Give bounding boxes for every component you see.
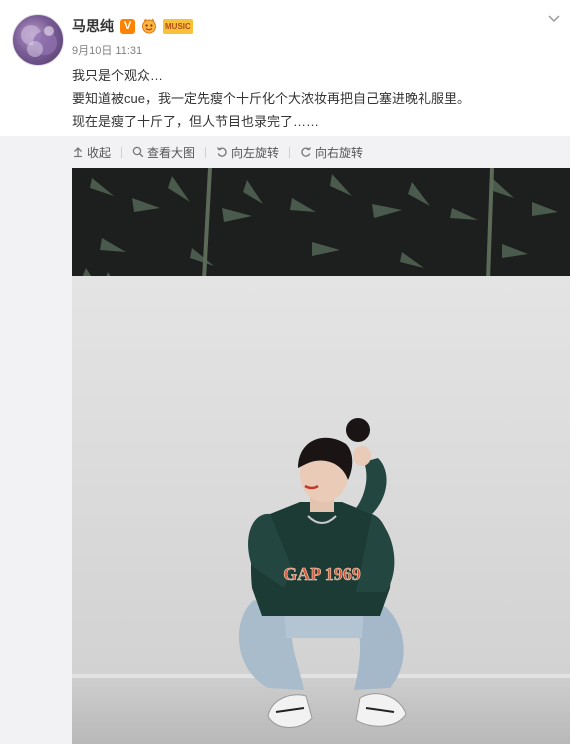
- post-header: 马思纯 V MUSIC 9月10日 11:31 我只是个观众… 要知道被cue，…: [0, 0, 570, 136]
- image-toolbar: 收起 查看大图 向左旋转 向右旋转: [72, 136, 373, 168]
- author-name[interactable]: 马思纯: [72, 16, 114, 36]
- post-photo[interactable]: GAP 1969: [72, 168, 570, 744]
- media-panel: 收起 查看大图 向左旋转 向右旋转 GAP 1969: [0, 136, 570, 744]
- arrow-up-icon: [72, 146, 84, 158]
- concrete-bench: [72, 674, 570, 744]
- view-large-label: 查看大图: [147, 145, 196, 160]
- verified-badge-icon[interactable]: V: [120, 18, 135, 34]
- rotate-left-icon: [216, 146, 228, 158]
- shirt-print: GAP 1969: [283, 564, 361, 584]
- magnifier-icon: [132, 146, 144, 158]
- post-line: 要知道被cue，我一定先瘦个十斤化个大浓妆再把自己塞进晚礼服里。: [72, 91, 470, 106]
- rotate-right-icon: [300, 146, 312, 158]
- avatar[interactable]: [12, 14, 64, 66]
- view-large-button[interactable]: 查看大图: [132, 144, 205, 161]
- rotate-left-label: 向左旋转: [231, 145, 280, 160]
- toolbar-divider: [289, 146, 291, 158]
- author-row: 马思纯 V MUSIC: [72, 16, 193, 36]
- toolbar-divider: [121, 146, 123, 158]
- collapse-button[interactable]: 收起: [72, 144, 121, 161]
- rotate-right-button[interactable]: 向右旋转: [300, 144, 373, 161]
- toolbar-divider: [205, 146, 207, 158]
- rotate-left-button[interactable]: 向左旋转: [216, 144, 289, 161]
- chevron-down-icon[interactable]: [546, 10, 562, 26]
- emoji-badge-icon[interactable]: [141, 18, 157, 34]
- post-timestamp[interactable]: 9月10日 11:31: [72, 42, 142, 58]
- collapse-label: 收起: [87, 145, 112, 160]
- post-line: 我只是个观众…: [72, 68, 164, 83]
- bench-edge: [72, 674, 570, 678]
- weibo-post: 马思纯 V MUSIC 9月10日 11:31 我只是个观众… 要知道被cue，…: [0, 0, 570, 744]
- music-badge[interactable]: MUSIC: [163, 18, 193, 34]
- post-text: 我只是个观众… 要知道被cue，我一定先瘦个十斤化个大浓妆再把自己塞进晚礼服里。…: [72, 64, 470, 133]
- post-line: 现在是瘦了十斤了，但人节目也录完了……: [72, 114, 320, 129]
- rotate-right-label: 向右旋转: [315, 145, 364, 160]
